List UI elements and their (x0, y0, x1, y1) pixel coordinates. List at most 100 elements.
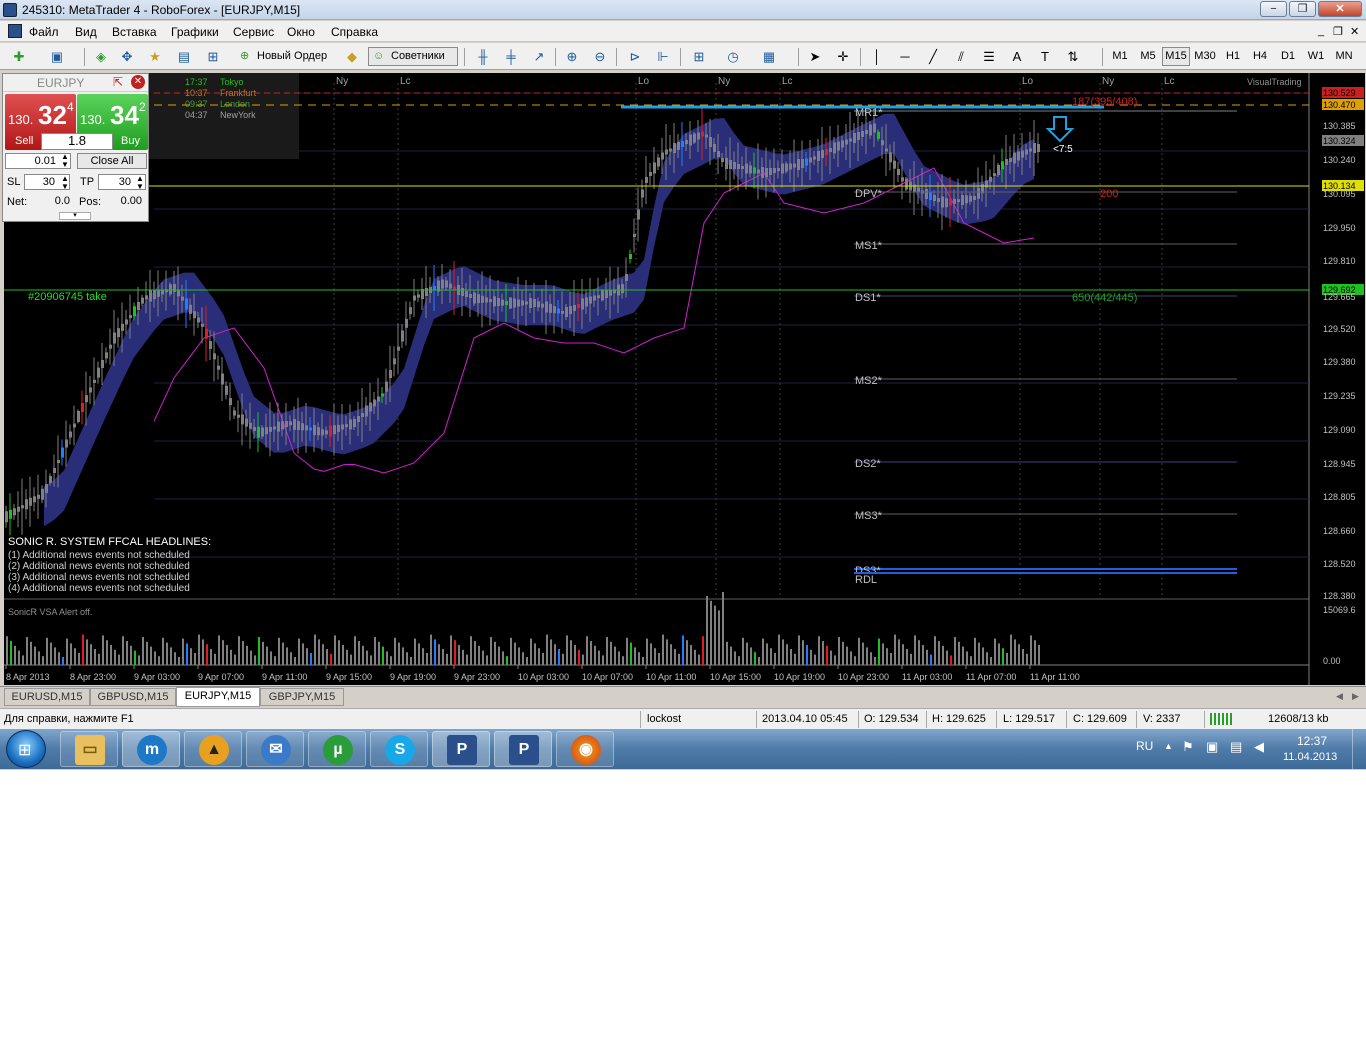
data-window-icon[interactable]: ✥ (118, 48, 136, 66)
menu-view[interactable]: Вид (75, 25, 97, 39)
menu-help[interactable]: Справка (331, 25, 378, 39)
tab-scroll-right-icon[interactable]: ▶ (1352, 691, 1359, 702)
tf-h4[interactable]: H4 (1248, 47, 1272, 66)
close-button[interactable]: ✕ (1318, 1, 1362, 17)
tf-m1[interactable]: M1 (1108, 47, 1132, 66)
line-chart-icon[interactable]: ↗ (530, 48, 548, 66)
volume-bar (406, 652, 408, 665)
new-order-button[interactable]: ⊕ Новый Ордер (236, 47, 336, 66)
volume-bar (902, 644, 904, 665)
tp-spinner-icon[interactable]: ▲ ▼ (136, 175, 144, 191)
text-label-icon[interactable]: T (1036, 48, 1054, 66)
tab-gbpjpy[interactable]: GBPJPY,M15 (260, 688, 344, 706)
candle-body (649, 172, 652, 176)
periods-icon[interactable]: ◷ (724, 48, 742, 66)
maximize-button[interactable]: ❐ (1289, 1, 1316, 17)
child-close-icon[interactable]: ✕ (1350, 25, 1359, 38)
tf-h1[interactable]: H1 (1221, 47, 1245, 66)
lot-spinner-icon[interactable]: ▲ ▼ (61, 153, 69, 169)
taskbar-firefox[interactable]: ◉ (556, 731, 614, 767)
menu-charts[interactable]: Графики (171, 25, 219, 39)
taskbar-maxthon[interactable]: m (122, 731, 180, 767)
volume-icon[interactable]: ◀ (1254, 739, 1264, 755)
menu-window[interactable]: Окно (287, 25, 315, 39)
expand-panel-icon[interactable]: ▾ (59, 212, 91, 220)
strategy-tester-icon[interactable]: ⊞ (204, 48, 222, 66)
tf-mn[interactable]: MN (1331, 47, 1357, 66)
candle-body (573, 305, 576, 311)
menu-tools[interactable]: Сервис (233, 25, 274, 39)
child-window-icon[interactable] (8, 24, 22, 38)
candle-body (893, 160, 896, 169)
terminal-icon[interactable]: ▤ (175, 48, 193, 66)
candle-body (813, 156, 816, 160)
zoom-out-icon[interactable]: ⊖ (591, 48, 609, 66)
tab-eurusd[interactable]: EURUSD,M15 (4, 688, 90, 706)
arrows-icon[interactable]: ⇅ (1064, 48, 1082, 66)
connection-status-icon[interactable] (1210, 713, 1234, 725)
tf-m15[interactable]: M15 (1162, 47, 1190, 66)
start-button[interactable]: ⊞ (6, 730, 46, 768)
auto-scroll-icon[interactable]: ⊳ (626, 48, 644, 66)
tf-d1[interactable]: D1 (1276, 47, 1300, 66)
bar-chart-icon[interactable]: ╫ (474, 48, 492, 66)
show-desktop-button[interactable] (1352, 729, 1366, 769)
menu-file[interactable]: Файл (29, 25, 59, 39)
horizontal-line-icon[interactable]: ─ (896, 48, 914, 66)
tab-eurjpy[interactable]: EURJPY,M15 (176, 687, 260, 707)
tf-w1[interactable]: W1 (1304, 47, 1328, 66)
history-center-icon[interactable]: ◆ (343, 48, 361, 66)
profiles-icon[interactable]: ▣ (48, 48, 66, 66)
minimize-button[interactable]: − (1260, 1, 1287, 17)
chart-shift-icon[interactable]: ⊩ (654, 48, 672, 66)
volume-bar (1006, 653, 1008, 665)
crosshair-icon[interactable]: ✛ (834, 48, 852, 66)
pos-value: 0.00 (120, 195, 142, 207)
volume-bar (290, 652, 292, 665)
tf-m30[interactable]: M30 (1191, 47, 1219, 66)
taskbar-explorer[interactable]: ▭ (60, 731, 118, 767)
show-hidden-icons-icon[interactable]: ▲ (1164, 741, 1173, 751)
taskbar-skype[interactable]: S (370, 731, 428, 767)
device-icon[interactable]: ▣ (1206, 739, 1218, 755)
cursor-icon[interactable]: ➤ (806, 48, 824, 66)
menu-insert[interactable]: Вставка (112, 25, 157, 39)
vertical-line-icon[interactable]: │ (868, 48, 886, 66)
tf-m5[interactable]: M5 (1136, 47, 1160, 66)
child-minimize-icon[interactable]: _ (1318, 25, 1324, 37)
clock-time[interactable]: 12:37 (1297, 734, 1327, 748)
market-watch-icon[interactable]: ◈ (92, 48, 110, 66)
pin-icon[interactable]: ⇱ (113, 75, 123, 89)
candle-body (593, 295, 596, 301)
action-center-icon[interactable]: ⚑ (1182, 739, 1194, 755)
zoom-in-icon[interactable]: ⊕ (563, 48, 581, 66)
volume-bar (954, 637, 956, 665)
language-indicator[interactable]: RU (1136, 739, 1153, 753)
taskbar-metatrader-2[interactable]: P (494, 731, 552, 767)
fibonacci-icon[interactable]: ☰ (980, 48, 998, 66)
candlestick-icon[interactable]: ╪ (502, 48, 520, 66)
expert-advisors-button[interactable]: ☺ Советники (368, 47, 458, 66)
close-all-button[interactable]: Close All (77, 153, 147, 169)
navigator-icon[interactable]: ★ (146, 48, 164, 66)
child-restore-icon[interactable]: ❐ (1333, 25, 1343, 38)
trend-line-icon[interactable]: ╱ (924, 48, 942, 66)
text-icon[interactable]: A (1008, 48, 1026, 66)
candle-body (97, 367, 100, 378)
clock-date[interactable]: 11.04.2013 (1283, 751, 1337, 763)
sl-spinner-icon[interactable]: ▲ ▼ (61, 175, 69, 191)
templates-icon[interactable]: ▦ (760, 48, 778, 66)
indicators-icon[interactable]: ⊞ (690, 48, 708, 66)
taskbar-thunderbird[interactable]: ✉ (246, 731, 304, 767)
volume-bar (278, 637, 280, 665)
taskbar-utorrent[interactable]: µ (308, 731, 366, 767)
taskbar-metatrader-1[interactable]: P (432, 731, 490, 767)
channel-icon[interactable]: ⫽ (952, 48, 970, 66)
price-chart[interactable]: Ny Lc Lo Ny Lc Lo Ny Lc 17:37 Tokyo 10:37 Frankfurt… (4, 73, 1365, 685)
tab-scroll-left-icon[interactable]: ◀ (1336, 691, 1343, 702)
taskbar-aimp[interactable]: ▲ (184, 731, 242, 767)
network-icon[interactable]: ▤ (1230, 739, 1242, 755)
new-chart-icon[interactable]: ✚ (10, 48, 28, 66)
panel-close-icon[interactable]: ✕ (131, 75, 145, 89)
tab-gbpusd[interactable]: GBPUSD,M15 (90, 688, 176, 706)
